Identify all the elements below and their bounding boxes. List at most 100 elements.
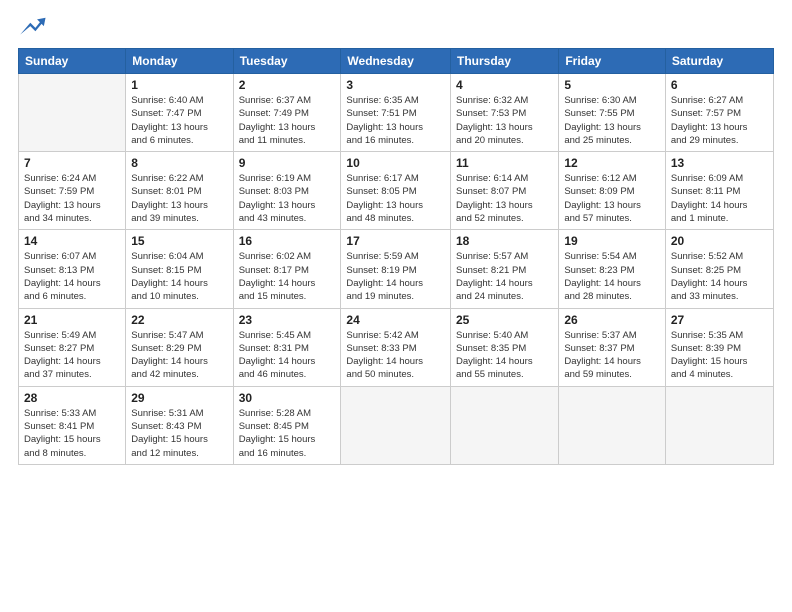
day-info: Sunrise: 5:54 AM Sunset: 8:23 PM Dayligh… — [564, 250, 660, 303]
weekday-header-friday: Friday — [559, 49, 666, 74]
day-info: Sunrise: 6:14 AM Sunset: 8:07 PM Dayligh… — [456, 172, 553, 225]
week-row-1: 1 Sunrise: 6:40 AM Sunset: 7:47 PM Daylig… — [19, 74, 774, 152]
day-info: Sunrise: 6:27 AM Sunset: 7:57 PM Dayligh… — [671, 94, 768, 147]
day-info: Sunrise: 6:07 AM Sunset: 8:13 PM Dayligh… — [24, 250, 120, 303]
day-info: Sunrise: 6:40 AM Sunset: 7:47 PM Dayligh… — [131, 94, 227, 147]
day-number: 12 — [564, 156, 660, 170]
calendar-cell: 23 Sunrise: 5:45 AM Sunset: 8:31 PM Dayli… — [233, 308, 341, 386]
day-info: Sunrise: 5:42 AM Sunset: 8:33 PM Dayligh… — [346, 329, 445, 382]
day-number: 19 — [564, 234, 660, 248]
day-info: Sunrise: 5:28 AM Sunset: 8:45 PM Dayligh… — [239, 407, 336, 460]
calendar-cell — [559, 386, 666, 464]
day-number: 22 — [131, 313, 227, 327]
day-info: Sunrise: 6:17 AM Sunset: 8:05 PM Dayligh… — [346, 172, 445, 225]
calendar-cell: 19 Sunrise: 5:54 AM Sunset: 8:23 PM Dayli… — [559, 230, 666, 308]
weekday-header-monday: Monday — [126, 49, 233, 74]
day-number: 17 — [346, 234, 445, 248]
day-info: Sunrise: 5:59 AM Sunset: 8:19 PM Dayligh… — [346, 250, 445, 303]
page: SundayMondayTuesdayWednesdayThursdayFrid… — [0, 0, 792, 612]
day-info: Sunrise: 5:49 AM Sunset: 8:27 PM Dayligh… — [24, 329, 120, 382]
calendar-cell: 8 Sunrise: 6:22 AM Sunset: 8:01 PM Daylig… — [126, 152, 233, 230]
calendar-cell — [341, 386, 451, 464]
calendar-cell: 29 Sunrise: 5:31 AM Sunset: 8:43 PM Dayli… — [126, 386, 233, 464]
day-info: Sunrise: 6:02 AM Sunset: 8:17 PM Dayligh… — [239, 250, 336, 303]
day-number: 26 — [564, 313, 660, 327]
calendar-cell: 21 Sunrise: 5:49 AM Sunset: 8:27 PM Dayli… — [19, 308, 126, 386]
calendar-cell: 5 Sunrise: 6:30 AM Sunset: 7:55 PM Daylig… — [559, 74, 666, 152]
calendar-cell: 3Sunrise: 6:35 AM Sunset: 7:51 PM Daylig… — [341, 74, 451, 152]
calendar-cell: 24 Sunrise: 5:42 AM Sunset: 8:33 PM Dayli… — [341, 308, 451, 386]
day-number: 21 — [24, 313, 120, 327]
day-info: Sunrise: 6:32 AM Sunset: 7:53 PM Dayligh… — [456, 94, 553, 147]
calendar-cell: 13 Sunrise: 6:09 AM Sunset: 8:11 PM Dayli… — [665, 152, 773, 230]
header — [18, 16, 774, 38]
calendar-cell: 4 Sunrise: 6:32 AM Sunset: 7:53 PM Daylig… — [451, 74, 559, 152]
calendar-cell — [19, 74, 126, 152]
day-info: Sunrise: 5:37 AM Sunset: 8:37 PM Dayligh… — [564, 329, 660, 382]
day-number: 9 — [239, 156, 336, 170]
day-number: 16 — [239, 234, 336, 248]
calendar-cell: 20Sunrise: 5:52 AM Sunset: 8:25 PM Dayli… — [665, 230, 773, 308]
calendar-cell — [451, 386, 559, 464]
day-info: Sunrise: 5:57 AM Sunset: 8:21 PM Dayligh… — [456, 250, 553, 303]
day-number: 13 — [671, 156, 768, 170]
day-number: 5 — [564, 78, 660, 92]
day-number: 23 — [239, 313, 336, 327]
weekday-header-wednesday: Wednesday — [341, 49, 451, 74]
calendar-cell: 30 Sunrise: 5:28 AM Sunset: 8:45 PM Dayli… — [233, 386, 341, 464]
day-number: 2 — [239, 78, 336, 92]
weekday-header-thursday: Thursday — [451, 49, 559, 74]
logo-icon — [18, 16, 46, 38]
week-row-5: 28 Sunrise: 5:33 AM Sunset: 8:41 PM Dayli… — [19, 386, 774, 464]
calendar-cell: 11 Sunrise: 6:14 AM Sunset: 8:07 PM Dayli… — [451, 152, 559, 230]
day-info: Sunrise: 5:52 AM Sunset: 8:25 PM Dayligh… — [671, 250, 768, 303]
week-row-2: 7Sunrise: 6:24 AM Sunset: 7:59 PM Daylig… — [19, 152, 774, 230]
day-number: 30 — [239, 391, 336, 405]
day-info: Sunrise: 6:09 AM Sunset: 8:11 PM Dayligh… — [671, 172, 768, 225]
day-number: 24 — [346, 313, 445, 327]
day-number: 29 — [131, 391, 227, 405]
calendar-cell: 28 Sunrise: 5:33 AM Sunset: 8:41 PM Dayli… — [19, 386, 126, 464]
weekday-header-row: SundayMondayTuesdayWednesdayThursdayFrid… — [19, 49, 774, 74]
calendar-cell: 27Sunrise: 5:35 AM Sunset: 8:39 PM Dayli… — [665, 308, 773, 386]
week-row-3: 14 Sunrise: 6:07 AM Sunset: 8:13 PM Dayli… — [19, 230, 774, 308]
calendar-cell: 12 Sunrise: 6:12 AM Sunset: 8:09 PM Dayli… — [559, 152, 666, 230]
calendar-cell: 22 Sunrise: 5:47 AM Sunset: 8:29 PM Dayli… — [126, 308, 233, 386]
day-number: 25 — [456, 313, 553, 327]
day-info: Sunrise: 5:31 AM Sunset: 8:43 PM Dayligh… — [131, 407, 227, 460]
weekday-header-saturday: Saturday — [665, 49, 773, 74]
day-number: 7 — [24, 156, 120, 170]
weekday-header-sunday: Sunday — [19, 49, 126, 74]
day-number: 18 — [456, 234, 553, 248]
calendar-cell: 17 Sunrise: 5:59 AM Sunset: 8:19 PM Dayli… — [341, 230, 451, 308]
calendar-cell: 2 Sunrise: 6:37 AM Sunset: 7:49 PM Daylig… — [233, 74, 341, 152]
day-number: 8 — [131, 156, 227, 170]
day-number: 6 — [671, 78, 768, 92]
calendar-cell: 9 Sunrise: 6:19 AM Sunset: 8:03 PM Daylig… — [233, 152, 341, 230]
calendar: SundayMondayTuesdayWednesdayThursdayFrid… — [18, 48, 774, 465]
day-info: Sunrise: 5:45 AM Sunset: 8:31 PM Dayligh… — [239, 329, 336, 382]
calendar-cell: 6 Sunrise: 6:27 AM Sunset: 7:57 PM Daylig… — [665, 74, 773, 152]
day-info: Sunrise: 6:12 AM Sunset: 8:09 PM Dayligh… — [564, 172, 660, 225]
logo — [18, 16, 50, 38]
calendar-cell — [665, 386, 773, 464]
day-number: 11 — [456, 156, 553, 170]
day-number: 14 — [24, 234, 120, 248]
day-info: Sunrise: 5:33 AM Sunset: 8:41 PM Dayligh… — [24, 407, 120, 460]
day-info: Sunrise: 6:30 AM Sunset: 7:55 PM Dayligh… — [564, 94, 660, 147]
day-number: 10 — [346, 156, 445, 170]
day-info: Sunrise: 6:04 AM Sunset: 8:15 PM Dayligh… — [131, 250, 227, 303]
day-number: 4 — [456, 78, 553, 92]
day-number: 28 — [24, 391, 120, 405]
day-info: Sunrise: 5:47 AM Sunset: 8:29 PM Dayligh… — [131, 329, 227, 382]
day-info: Sunrise: 6:37 AM Sunset: 7:49 PM Dayligh… — [239, 94, 336, 147]
calendar-cell: 26 Sunrise: 5:37 AM Sunset: 8:37 PM Dayli… — [559, 308, 666, 386]
calendar-cell: 7Sunrise: 6:24 AM Sunset: 7:59 PM Daylig… — [19, 152, 126, 230]
day-number: 15 — [131, 234, 227, 248]
calendar-cell: 15 Sunrise: 6:04 AM Sunset: 8:15 PM Dayli… — [126, 230, 233, 308]
day-info: Sunrise: 6:19 AM Sunset: 8:03 PM Dayligh… — [239, 172, 336, 225]
day-number: 1 — [131, 78, 227, 92]
day-info: Sunrise: 6:22 AM Sunset: 8:01 PM Dayligh… — [131, 172, 227, 225]
week-row-4: 21 Sunrise: 5:49 AM Sunset: 8:27 PM Dayli… — [19, 308, 774, 386]
day-info: Sunrise: 5:40 AM Sunset: 8:35 PM Dayligh… — [456, 329, 553, 382]
